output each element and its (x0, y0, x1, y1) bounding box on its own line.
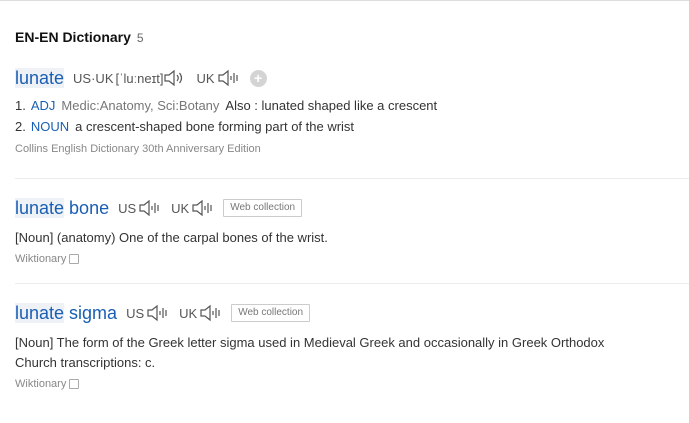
add-to-wordbook-button[interactable]: + (249, 69, 267, 87)
pronunciation-us: US (118, 199, 162, 217)
dictionary-header: EN-EN Dictionary 5 (15, 29, 144, 45)
result-count: 5 (136, 31, 144, 45)
definition-row: 2. NOUN a crescent-shaped bone forming p… (15, 119, 689, 134)
speaker-icon[interactable] (199, 304, 223, 322)
definition-number: 1. (15, 98, 26, 113)
source-name: Wiktionary (15, 253, 67, 265)
definition-text: [Noun] The form of the Greek letter sigm… (15, 333, 689, 373)
definition-line: Church transcriptions: c. (15, 355, 156, 370)
web-collection-badge: Web collection (223, 199, 303, 217)
entry-divider (15, 178, 689, 179)
pronunciation-us-uk: US·UK [ˈluːneɪt] (73, 69, 187, 87)
headword-link[interactable]: lunate bone (15, 197, 109, 219)
dictionary-title: EN-EN Dictionary (15, 29, 131, 45)
definition-text: a crescent-shaped bone forming part of t… (75, 119, 355, 134)
domain-category: Medic:Anatomy, Sci:Botany (61, 98, 220, 113)
ipa-text: [ˈluːneɪt] (115, 70, 164, 86)
headword-link[interactable]: lunate (15, 67, 65, 89)
speaker-icon[interactable] (163, 69, 187, 87)
definition-number: 2. (15, 119, 26, 134)
headword-link[interactable]: lunate sigma (15, 302, 117, 324)
speaker-icon[interactable] (146, 304, 170, 322)
definition-text: Also : lunated shaped like a crescent (225, 98, 438, 113)
source-label: Collins English Dictionary 30th Annivers… (15, 143, 689, 155)
copy-icon[interactable] (69, 254, 80, 264)
pron-label-uk: UK (171, 200, 190, 216)
part-of-speech: ADJ (30, 98, 56, 113)
web-collection-badge: Web collection (231, 304, 311, 322)
pron-label-uk: UK (179, 305, 198, 321)
part-of-speech: NOUN (30, 119, 70, 134)
source-name: Collins English Dictionary 30th Annivers… (15, 143, 261, 155)
source-label: Wiktionary (15, 378, 689, 390)
source-name: Wiktionary (15, 378, 67, 390)
speaker-icon[interactable] (191, 199, 215, 217)
pron-label-us: US (126, 305, 145, 321)
pron-label-us-uk: US·UK (73, 70, 114, 86)
pronunciation-uk: UK (171, 199, 215, 217)
pronunciation-uk: UK (179, 304, 223, 322)
entry-lunate-sigma: lunate sigma US UK Web collection [Noun]… (15, 300, 689, 390)
pron-label-uk: UK (196, 70, 215, 86)
pronunciation-uk: UK (196, 69, 240, 87)
pronunciation-us: US (126, 304, 170, 322)
top-border (0, 0, 689, 1)
definition-row: 1. ADJ Medic:Anatomy, Sci:Botany Also : … (15, 98, 689, 113)
entry-lunate-bone: lunate bone US UK Web collection [Noun] … (15, 195, 689, 265)
definition-line: [Noun] The form of the Greek letter sigm… (15, 335, 605, 350)
entry-divider (15, 283, 689, 284)
entry-lunate: lunate US·UK [ˈluːneɪt] UK + 1. ADJ Medi… (15, 65, 689, 155)
copy-icon[interactable] (69, 379, 80, 389)
source-label: Wiktionary (15, 253, 689, 265)
speaker-icon[interactable] (217, 69, 241, 87)
speaker-icon[interactable] (138, 199, 162, 217)
pron-label-us: US (118, 200, 137, 216)
definition-text: [Noun] (anatomy) One of the carpal bones… (15, 230, 328, 245)
